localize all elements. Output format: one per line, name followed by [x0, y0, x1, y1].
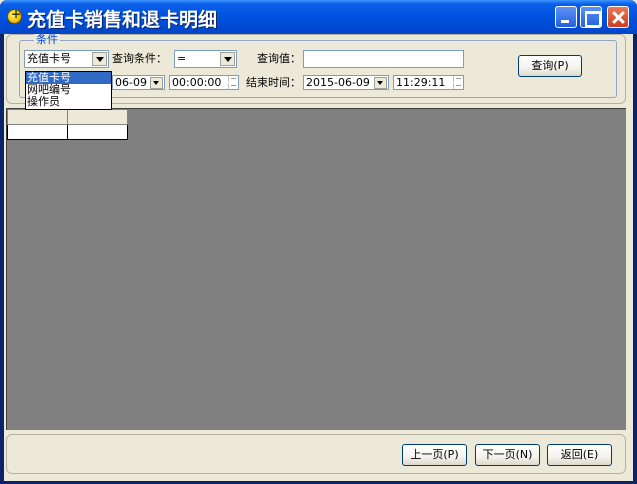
- spin-down-icon[interactable]: [453, 83, 463, 89]
- field-select[interactable]: 充值卡号: [24, 50, 109, 68]
- footer-panel: 上一页(P) 下一页(N) 返回(E): [6, 434, 626, 474]
- maximize-button[interactable]: [580, 6, 602, 28]
- conditions-legend: 条件: [34, 33, 60, 46]
- results-grid[interactable]: [6, 108, 626, 430]
- spin-down-icon[interactable]: [228, 83, 238, 89]
- query-value-label: 查询值：: [257, 52, 301, 65]
- app-window: 充值卡销售和退卡明细 条件 充值卡号 查询条件： = 查询值：: [0, 0, 637, 484]
- end-time-value: 11:29:11: [396, 76, 446, 89]
- chevron-down-icon[interactable]: [92, 52, 107, 66]
- spin-up-icon[interactable]: [453, 76, 463, 82]
- minimize-button[interactable]: [555, 6, 577, 28]
- query-button[interactable]: 查询(P): [518, 55, 582, 77]
- query-condition-label: 查询条件：: [112, 52, 167, 65]
- table-row[interactable]: [7, 124, 128, 140]
- end-time-input[interactable]: 11:29:11: [393, 75, 464, 90]
- end-date-value: 2015-06-09: [306, 76, 370, 89]
- grid-cell[interactable]: [7, 124, 68, 140]
- condition-panel: 条件 充值卡号 查询条件： = 查询值： 06-09 00:00:00 结束时间…: [6, 33, 626, 110]
- grid-header-row: [7, 109, 128, 125]
- start-date-value: 06-09: [115, 76, 147, 89]
- chevron-down-icon[interactable]: [150, 77, 163, 89]
- grid-header-cell[interactable]: [67, 109, 128, 125]
- field-select-value: 充值卡号: [27, 52, 71, 65]
- title-bar[interactable]: 充值卡销售和退卡明细: [0, 0, 637, 34]
- end-date-picker[interactable]: 2015-06-09: [303, 75, 389, 90]
- chevron-down-icon[interactable]: [220, 52, 235, 66]
- close-button[interactable]: [607, 6, 629, 28]
- query-value-input[interactable]: [303, 50, 464, 68]
- start-time-input[interactable]: 00:00:00: [169, 75, 239, 90]
- return-button[interactable]: 返回(E): [547, 444, 612, 466]
- results-table: [7, 109, 128, 140]
- start-date-picker[interactable]: 06-09: [112, 75, 165, 90]
- grid-header-cell[interactable]: [7, 109, 68, 125]
- chevron-down-icon[interactable]: [374, 77, 387, 89]
- next-page-button[interactable]: 下一页(N): [475, 444, 540, 466]
- end-time-label: 结束时间：: [246, 76, 301, 89]
- operator-select[interactable]: =: [174, 50, 237, 68]
- dropdown-option-operator[interactable]: 操作员: [26, 96, 111, 108]
- field-dropdown-list[interactable]: 充值卡号 网吧编号 操作员: [25, 71, 112, 110]
- grid-cell[interactable]: [67, 124, 128, 140]
- start-time-value: 00:00:00: [172, 76, 222, 89]
- operator-select-value: =: [177, 52, 187, 65]
- window-client-area: 条件 充值卡号 查询条件： = 查询值： 06-09 00:00:00 结束时间…: [4, 34, 633, 481]
- spin-up-icon[interactable]: [228, 76, 238, 82]
- app-icon: [7, 7, 22, 24]
- prev-page-button[interactable]: 上一页(P): [402, 444, 467, 466]
- window-title: 充值卡销售和退卡明细: [27, 9, 218, 31]
